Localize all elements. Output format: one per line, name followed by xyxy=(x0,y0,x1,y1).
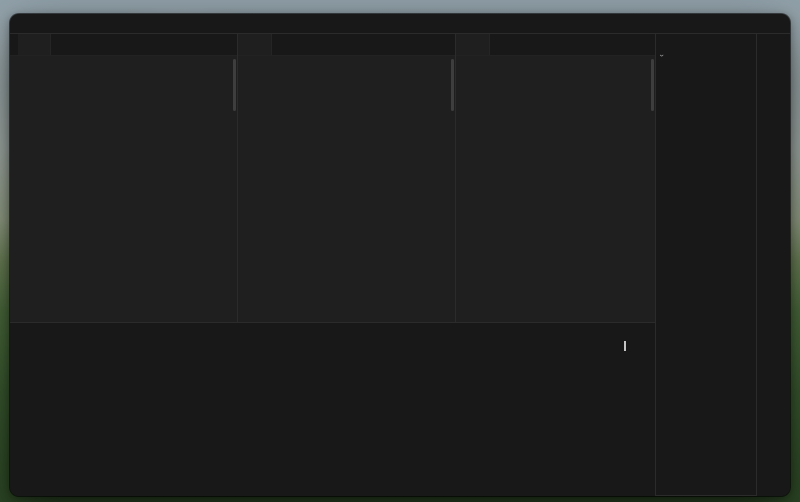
terminal-session-item[interactable] xyxy=(624,341,643,351)
editor-pane-settings xyxy=(10,34,237,322)
activity-bar xyxy=(756,34,790,496)
tab-models-py[interactable] xyxy=(456,34,490,55)
editor-area xyxy=(10,34,655,322)
line-numbers xyxy=(10,56,30,322)
chevron-down-icon: › xyxy=(658,54,666,61)
toggle-sidebar-icon[interactable] xyxy=(10,34,18,55)
editor-pane-urls xyxy=(237,34,455,322)
tab-urls-py[interactable] xyxy=(238,34,272,55)
code-editor[interactable] xyxy=(10,56,237,322)
editor-pane-models xyxy=(455,34,655,322)
code-editor[interactable] xyxy=(238,56,455,322)
code-editor-window: › xyxy=(10,14,790,496)
editor-and-panel-column xyxy=(10,34,655,496)
minimize-window-button[interactable] xyxy=(32,20,39,27)
explorer-sidebar: › xyxy=(655,34,756,496)
scrollbar-thumb[interactable] xyxy=(451,59,454,111)
project-root-item[interactable]: › xyxy=(656,50,756,63)
tab-bar xyxy=(10,34,237,56)
line-numbers xyxy=(238,56,258,322)
code-lines[interactable] xyxy=(476,56,655,322)
code-editor[interactable] xyxy=(456,56,655,322)
tab-bar xyxy=(238,34,455,56)
main-area: › xyxy=(10,34,790,496)
tab-bar xyxy=(456,34,655,56)
terminal[interactable] xyxy=(10,338,655,496)
code-lines[interactable] xyxy=(30,56,237,322)
code-lines[interactable] xyxy=(258,56,455,322)
tab-settings-py[interactable] xyxy=(18,34,51,55)
window-controls xyxy=(19,20,52,27)
titlebar[interactable] xyxy=(10,14,790,34)
panel-header xyxy=(10,323,655,338)
bottom-panel xyxy=(10,322,655,496)
sidebar-sections xyxy=(656,495,756,496)
scrollbar-thumb[interactable] xyxy=(651,59,654,111)
line-numbers xyxy=(456,56,476,322)
scrollbar-thumb[interactable] xyxy=(233,59,236,111)
file-tree xyxy=(656,63,756,495)
zoom-window-button[interactable] xyxy=(45,20,52,27)
close-window-button[interactable] xyxy=(19,20,26,27)
explorer-header xyxy=(656,34,756,50)
